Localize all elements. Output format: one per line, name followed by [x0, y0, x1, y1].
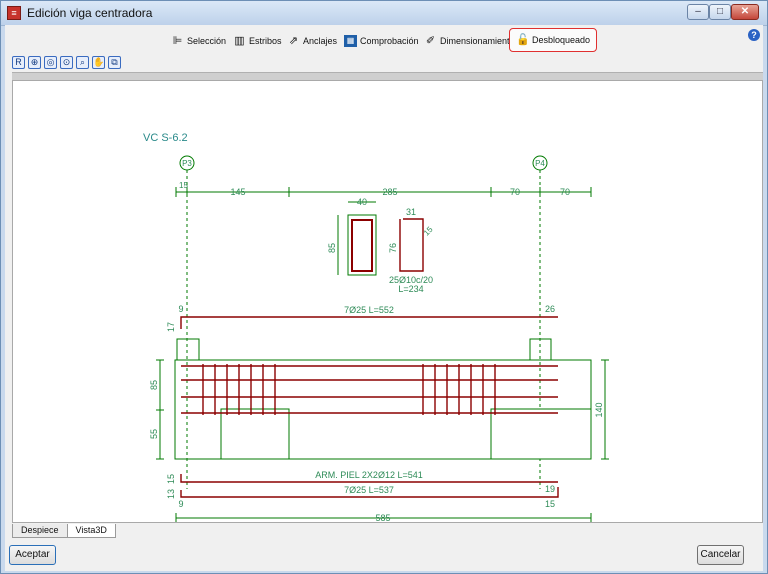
beam-name: VC S-6.2	[143, 132, 188, 144]
stirrups-label: Estribos	[249, 36, 282, 46]
left-dim-lower: 55	[149, 429, 159, 439]
bottom-bar-label: 7Ø25 L=537	[344, 485, 394, 495]
zoom-all-icon[interactable]: ⊙	[60, 56, 73, 69]
minimize-button[interactable]: –	[687, 4, 709, 20]
stirrup2-height: 76	[388, 243, 398, 253]
stirrups-tool[interactable]: ▥ Estribos	[233, 32, 282, 50]
sizing-tool[interactable]: ✐ Dimensionamiento	[424, 32, 515, 50]
beam-drawing: VC S-6.2 P3 P4 15 145 285 70 70 40 85 31…	[143, 132, 609, 522]
edit-toolbar: ⊫ Selección ▥ Estribos ⇗ Anclajes ▦ Comp…	[5, 25, 763, 53]
dim-285: 285	[382, 187, 397, 197]
stirrups-icon: ▥	[234, 35, 245, 47]
sizing-icon: ✐	[425, 35, 436, 47]
app-icon: ≡	[7, 6, 21, 20]
anchorage-label: Anclajes	[303, 36, 338, 46]
selection-icon: ⊫	[172, 35, 183, 47]
view-tabs: Despiece Vista3D	[12, 524, 116, 538]
tab-despiece[interactable]: Despiece	[12, 524, 68, 538]
unlocked-padlock-icon: 🔓	[516, 34, 530, 46]
top-bar-left-vert: 17	[166, 322, 176, 332]
top-bar-label: 7Ø25 L=552	[344, 305, 394, 315]
pan-hand-icon[interactable]: ✋	[92, 56, 105, 69]
pillar-right-label: P4	[535, 159, 545, 168]
dim-145: 145	[230, 187, 245, 197]
tab-vista3d[interactable]: Vista3D	[66, 524, 116, 538]
check-tool[interactable]: ▦ Comprobación	[344, 32, 419, 50]
bottom-left-vert: 13	[166, 489, 176, 499]
top-bar-right-hook: 26	[545, 304, 555, 314]
zoom-realtime-icon[interactable]: R	[12, 56, 25, 69]
right-dim: 140	[594, 402, 604, 417]
selection-tool[interactable]: ⊫ Selección	[171, 32, 226, 50]
zoom-out-icon[interactable]: ⌕	[76, 56, 89, 69]
view-toolbar: R ⊕ ◎ ⊙ ⌕ ✋ ⧉	[12, 56, 121, 69]
pillar-left-label: P3	[182, 159, 192, 168]
dim-15: 15	[179, 181, 188, 190]
total-dim: 585	[375, 513, 390, 522]
dim-70b: 70	[560, 187, 570, 197]
close-button[interactable]: ✕	[731, 4, 759, 20]
top-bar-left-hook: 9	[178, 304, 183, 314]
unlock-label: Desbloqueado	[532, 35, 591, 45]
sizing-label: Dimensionamiento	[440, 36, 515, 46]
redraw-icon[interactable]: ⧉	[108, 56, 121, 69]
zoom-previous-icon[interactable]: ◎	[44, 56, 57, 69]
left-dim-upper: 85	[149, 380, 159, 390]
stirrups-length: L=234	[398, 284, 423, 294]
anchorage-tool[interactable]: ⇗ Anclajes	[287, 32, 337, 50]
stirrup-width: 40	[357, 197, 367, 207]
stirrup2-hook: 15	[422, 225, 435, 238]
stirrup-height: 85	[327, 243, 337, 253]
skin-left-vert: 15	[166, 474, 176, 484]
cancel-button[interactable]: Cancelar	[697, 545, 744, 565]
stirrup2-top: 31	[406, 207, 416, 217]
dim-70a: 70	[510, 187, 520, 197]
selection-label: Selección	[187, 36, 227, 46]
bottom-right-hook: 19	[545, 484, 555, 494]
zoom-window-icon[interactable]: ⊕	[28, 56, 41, 69]
maximize-button[interactable]: □	[709, 4, 731, 20]
title-bar[interactable]: ≡ Edición viga centradora – □ ✕	[1, 1, 767, 26]
window-title: Edición viga centradora	[27, 6, 153, 20]
anchorage-icon: ⇗	[288, 35, 299, 47]
dialog-client-area: ⊫ Selección ▥ Estribos ⇗ Anclajes ▦ Comp…	[5, 25, 763, 571]
check-icon: ▦	[344, 35, 357, 47]
bottom-right-hook2: 15	[545, 499, 555, 509]
bottom-left-hook: 9	[178, 499, 183, 509]
dialog-window: ≡ Edición viga centradora – □ ✕ ⊫ Selecc…	[0, 0, 768, 574]
unlock-tool[interactable]: 🔓 Desbloqueado	[509, 28, 598, 52]
accept-button[interactable]: Aceptar	[9, 545, 56, 565]
check-label: Comprobación	[360, 36, 419, 46]
drawing-canvas[interactable]: VC S-6.2 P3 P4 15 145 285 70 70 40 85 31…	[12, 80, 763, 523]
skin-label: ARM. PIEL 2X2Ø12 L=541	[315, 470, 422, 480]
help-icon[interactable]: ?	[748, 29, 760, 41]
